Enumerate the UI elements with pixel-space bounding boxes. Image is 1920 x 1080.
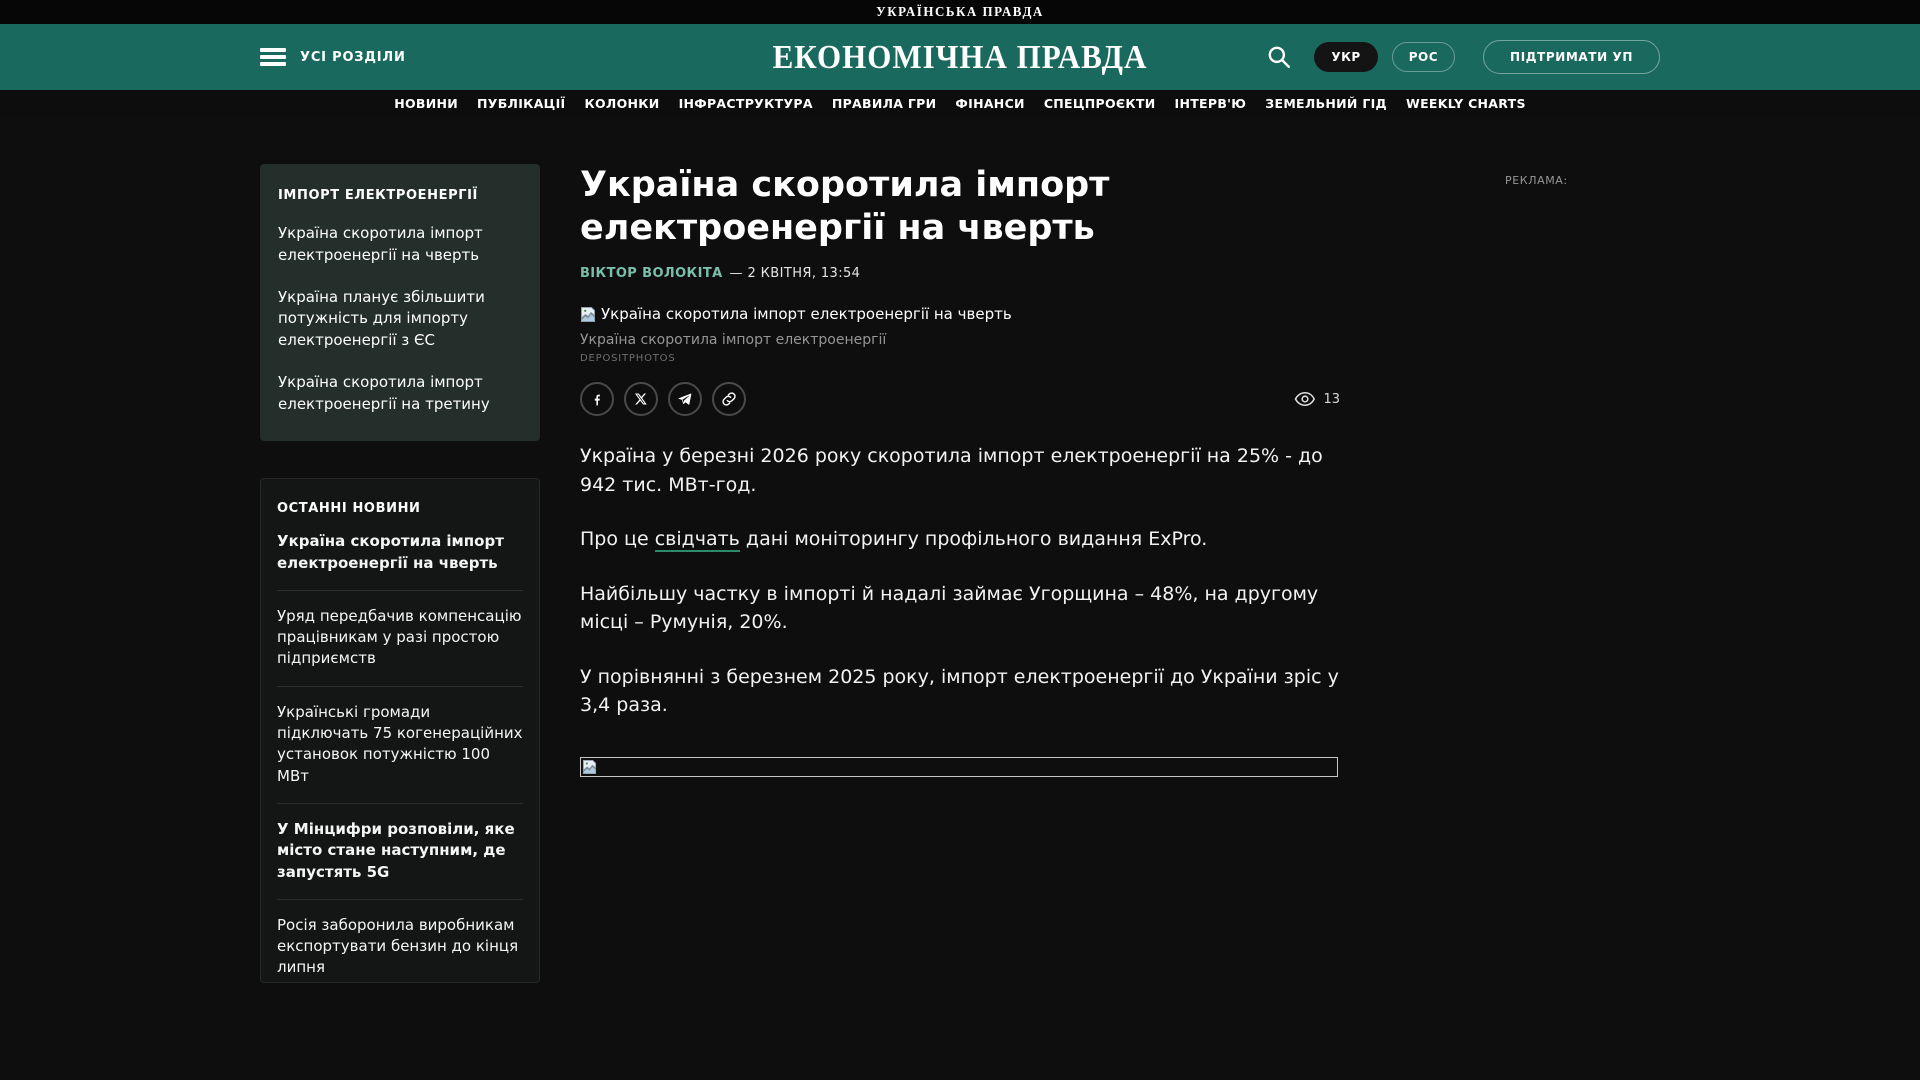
all-sections-menu[interactable]: УСІ РОЗДІЛИ xyxy=(260,48,406,66)
latest-item[interactable]: Україна скоротила імпорт електроенергії … xyxy=(277,516,523,590)
image-caption: Україна скоротила імпорт електроенергії xyxy=(580,332,1340,348)
image-credit: DEPOSITPHOTOS xyxy=(580,353,1340,364)
paragraph: Про це свідчать дані моніторингу профіль… xyxy=(580,525,1340,554)
related-item[interactable]: Україна планує збільшити потужність для … xyxy=(278,287,522,352)
ukrainska-pravda-logo[interactable]: УКРАЇНСЬКА ПРАВДА xyxy=(876,4,1044,21)
author-link[interactable]: ВІКТОР ВОЛОКІТА xyxy=(580,266,723,281)
publish-date: — 2 КВІТНЯ, 13:54 xyxy=(730,266,861,281)
paragraph: У порівнянні з березнем 2025 року, імпор… xyxy=(580,663,1340,720)
nav-item-publikatsii[interactable]: ПУБЛІКАЦІЇ xyxy=(477,96,565,111)
article: Україна скоротила імпорт електроенергії … xyxy=(580,164,1340,777)
source-link[interactable]: свідчать xyxy=(655,528,740,552)
latest-news-box: ОСТАННІ НОВИНИ Україна скоротила імпорт … xyxy=(260,478,540,983)
lang-toggle-ukr[interactable]: УКР xyxy=(1314,42,1377,72)
eye-icon xyxy=(1294,391,1316,407)
view-count: 13 xyxy=(1323,392,1340,407)
paragraph: Найбільшу частку в імпорті й надалі займ… xyxy=(580,580,1340,637)
paragraph: Україна у березні 2026 року скоротила ім… xyxy=(580,442,1340,499)
content-layout: ІМПОРТ ЕЛЕКТРОЕНЕРГІЇ Україна скоротила … xyxy=(0,116,1920,983)
article-title: Україна скоротила імпорт електроенергії … xyxy=(580,164,1140,249)
support-up-button[interactable]: ПІДТРИМАТИ УП xyxy=(1483,40,1660,74)
latest-item[interactable]: Українські громади підключать 75 когенер… xyxy=(277,686,523,803)
paragraph-text: дані моніторингу профільного видання ExP… xyxy=(740,528,1207,550)
hamburger-icon xyxy=(260,48,286,66)
header-actions: УКР РОС ПІДТРИМАТИ УП xyxy=(1266,40,1660,74)
view-counter: 13 xyxy=(1294,391,1340,407)
share-telegram-button[interactable] xyxy=(668,382,702,416)
paragraph-text: Про це xyxy=(580,528,655,550)
ad-column: РЕКЛАМА: xyxy=(1505,164,1568,188)
ekonomichna-pravda-logo[interactable]: ЕКОНОМІЧНА ПРАВДА xyxy=(773,37,1148,77)
nav-item-kolonky[interactable]: КОЛОНКИ xyxy=(584,96,659,111)
link-icon xyxy=(721,391,737,407)
nav-item-pravyla-hry[interactable]: ПРАВИЛА ГРИ xyxy=(832,96,937,111)
latest-item[interactable]: Уряд передбачив компенсацію працівникам … xyxy=(277,590,523,686)
nav-item-interviu[interactable]: ІНТЕРВ'Ю xyxy=(1175,96,1247,111)
all-sections-label: УСІ РОЗДІЛИ xyxy=(300,50,406,65)
latest-item[interactable]: Росія заборонила виробникам експортувати… xyxy=(277,899,523,983)
latest-news-title: ОСТАННІ НОВИНИ xyxy=(277,501,523,516)
ad-label: РЕКЛАМА: xyxy=(1505,174,1568,187)
share-icons xyxy=(580,382,746,416)
nav-item-infrastruktura[interactable]: ІНФРАСТРУКТУРА xyxy=(679,96,813,111)
search-button[interactable] xyxy=(1266,44,1292,70)
facebook-icon xyxy=(589,391,605,407)
nav-item-spetsproekty[interactable]: СПЕЦПРОЄКТИ xyxy=(1044,96,1156,111)
search-icon xyxy=(1266,44,1292,70)
main-nav: НОВИНИ ПУБЛІКАЦІЇ КОЛОНКИ ІНФРАСТРУКТУРА… xyxy=(0,90,1920,116)
lang-toggle-ros[interactable]: РОС xyxy=(1392,42,1455,72)
related-topic-title: ІМПОРТ ЕЛЕКТРОЕНЕРГІЇ xyxy=(278,188,522,203)
site-header: УСІ РОЗДІЛИ ЕКОНОМІЧНА ПРАВДА УКР РОС ПІ… xyxy=(0,24,1920,90)
hero-image-broken: Україна скоротила імпорт електроенергії … xyxy=(580,305,1340,323)
nav-item-novyny[interactable]: НОВИНИ xyxy=(394,96,458,111)
x-twitter-icon xyxy=(634,392,648,406)
broken-embed-image xyxy=(580,757,1338,777)
top-brand-bar: УКРАЇНСЬКА ПРАВДА xyxy=(0,0,1920,24)
latest-item[interactable]: У Мінцифри розповіли, яке місто стане на… xyxy=(277,803,523,899)
sidebar: ІМПОРТ ЕЛЕКТРОЕНЕРГІЇ Україна скоротила … xyxy=(260,164,540,983)
nav-item-weekly-charts[interactable]: WEEKLY CHARTS xyxy=(1406,96,1526,111)
related-topic-box: ІМПОРТ ЕЛЕКТРОЕНЕРГІЇ Україна скоротила … xyxy=(260,164,540,441)
hero-image-alt-text: Україна скоротила імпорт електроенергії … xyxy=(601,305,1012,323)
nav-item-finansy[interactable]: ФІНАНСИ xyxy=(955,96,1024,111)
related-item[interactable]: Україна скоротила імпорт електроенергії … xyxy=(278,372,522,416)
byline: ВІКТОР ВОЛОКІТА — 2 КВІТНЯ, 13:54 xyxy=(580,266,1340,281)
share-x-twitter-button[interactable] xyxy=(624,382,658,416)
share-row: 13 xyxy=(580,382,1340,416)
share-facebook-button[interactable] xyxy=(580,382,614,416)
nav-item-zemelnyi-hid[interactable]: ЗЕМЕЛЬНИЙ ГІД xyxy=(1265,96,1387,111)
broken-image-icon xyxy=(582,759,597,775)
related-item[interactable]: Україна скоротила імпорт електроенергії … xyxy=(278,223,522,267)
broken-image-icon xyxy=(580,306,596,323)
telegram-icon xyxy=(677,391,693,407)
share-copy-link-button[interactable] xyxy=(712,382,746,416)
